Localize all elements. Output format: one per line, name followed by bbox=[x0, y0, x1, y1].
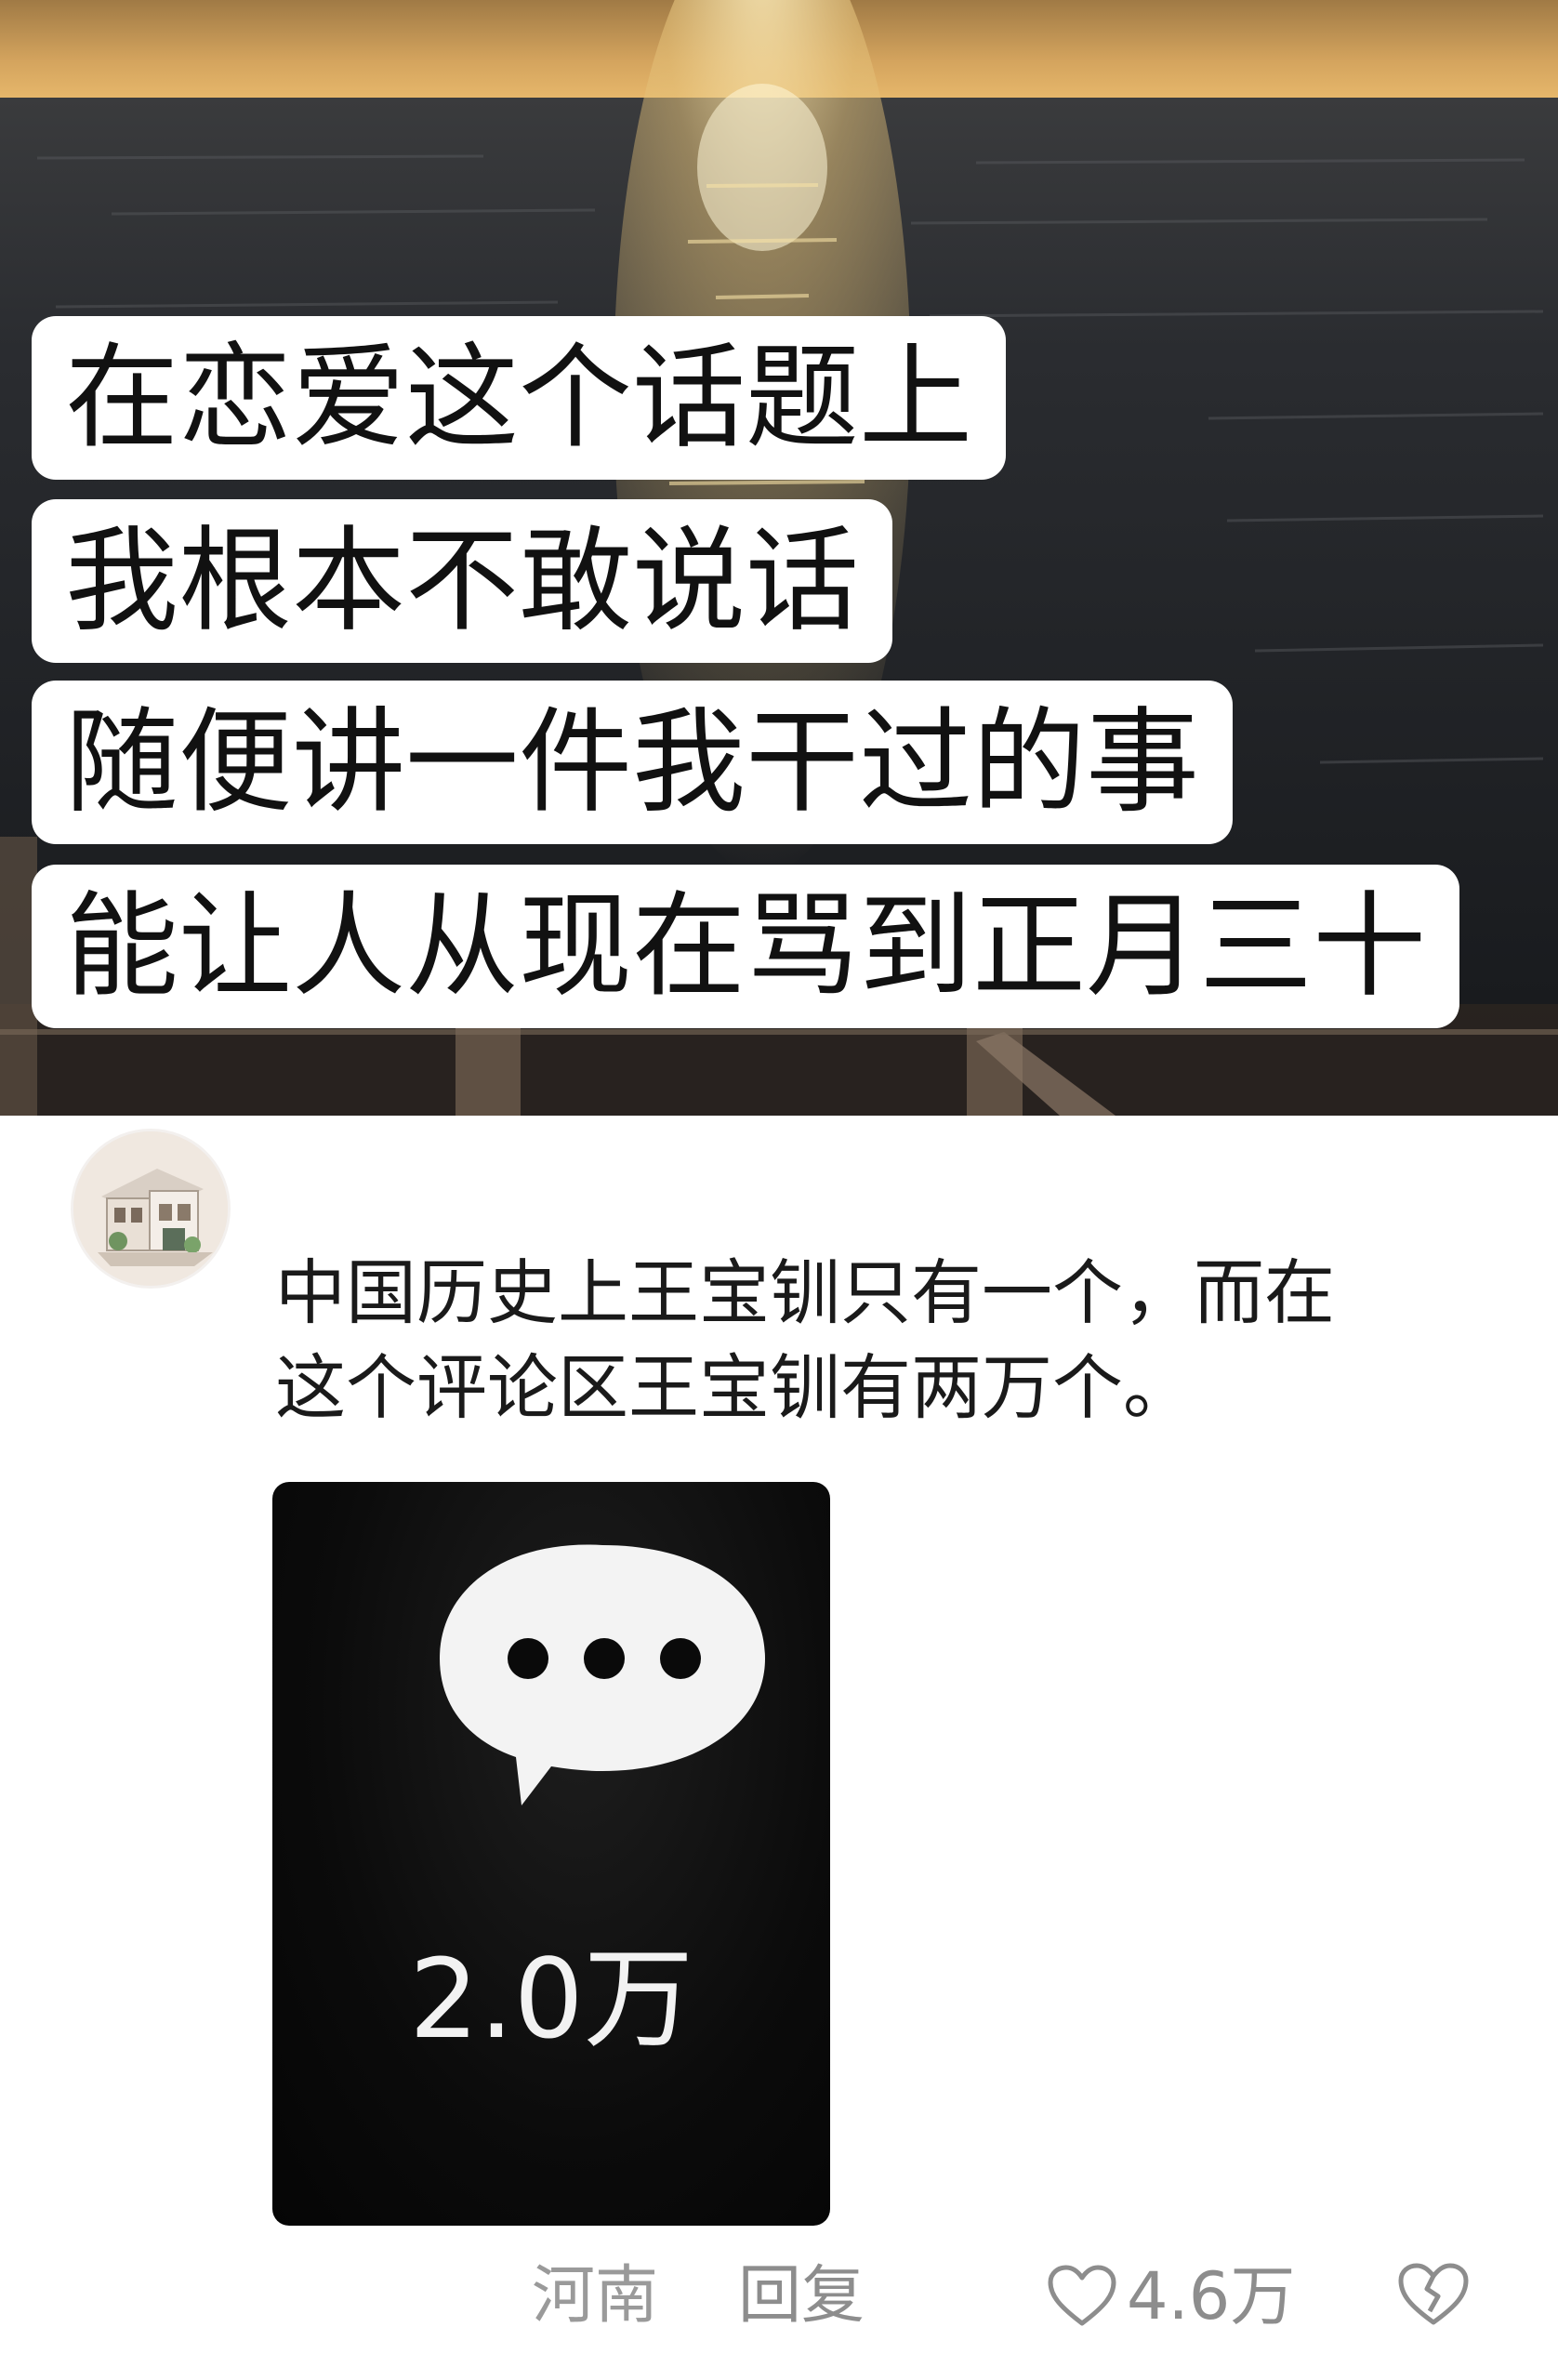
comment-line-2: 这个评论区王宝钏有两万个。 bbox=[275, 1346, 1194, 1429]
caption-line-3: 随便讲一件我干过的事 bbox=[32, 681, 1233, 844]
house-illustration-avatar-icon bbox=[73, 1131, 228, 1286]
chat-bubble-ellipsis-icon bbox=[440, 1544, 765, 1805]
heart-outline-icon bbox=[1048, 2265, 1116, 2326]
caption-line-2: 我根本不敢说话 bbox=[32, 499, 892, 663]
avatar[interactable] bbox=[71, 1129, 231, 1289]
comment-body: 中国历史上王宝钏只有一个，而在 这个评论区王宝钏有两万个。 bbox=[275, 1246, 1484, 1435]
like-button[interactable]: 4.6万 bbox=[1047, 2254, 1295, 2338]
broken-heart-dislike-icon[interactable] bbox=[1396, 2261, 1471, 2328]
post-image[interactable]: 在恋爱这个话题上 我根本不敢说话 随便讲一件我干过的事 能让人从现在骂到正月三十 bbox=[0, 0, 1558, 1116]
like-count: 4.6万 bbox=[1127, 2258, 1296, 2334]
caption-line-4: 能让人从现在骂到正月三十 bbox=[32, 865, 1459, 1028]
comment-line-1: 中国历史上王宝钏只有一个，而在 bbox=[275, 1251, 1335, 1334]
caption-line-1: 在恋爱这个话题上 bbox=[32, 316, 1006, 480]
comment-count-label: 2.0万 bbox=[409, 1935, 693, 2063]
reply-button[interactable]: 回复 bbox=[738, 2254, 865, 2338]
comment-location: 河南 bbox=[532, 2259, 659, 2333]
comment-attached-image[interactable]: 2.0万 bbox=[272, 1482, 830, 2226]
